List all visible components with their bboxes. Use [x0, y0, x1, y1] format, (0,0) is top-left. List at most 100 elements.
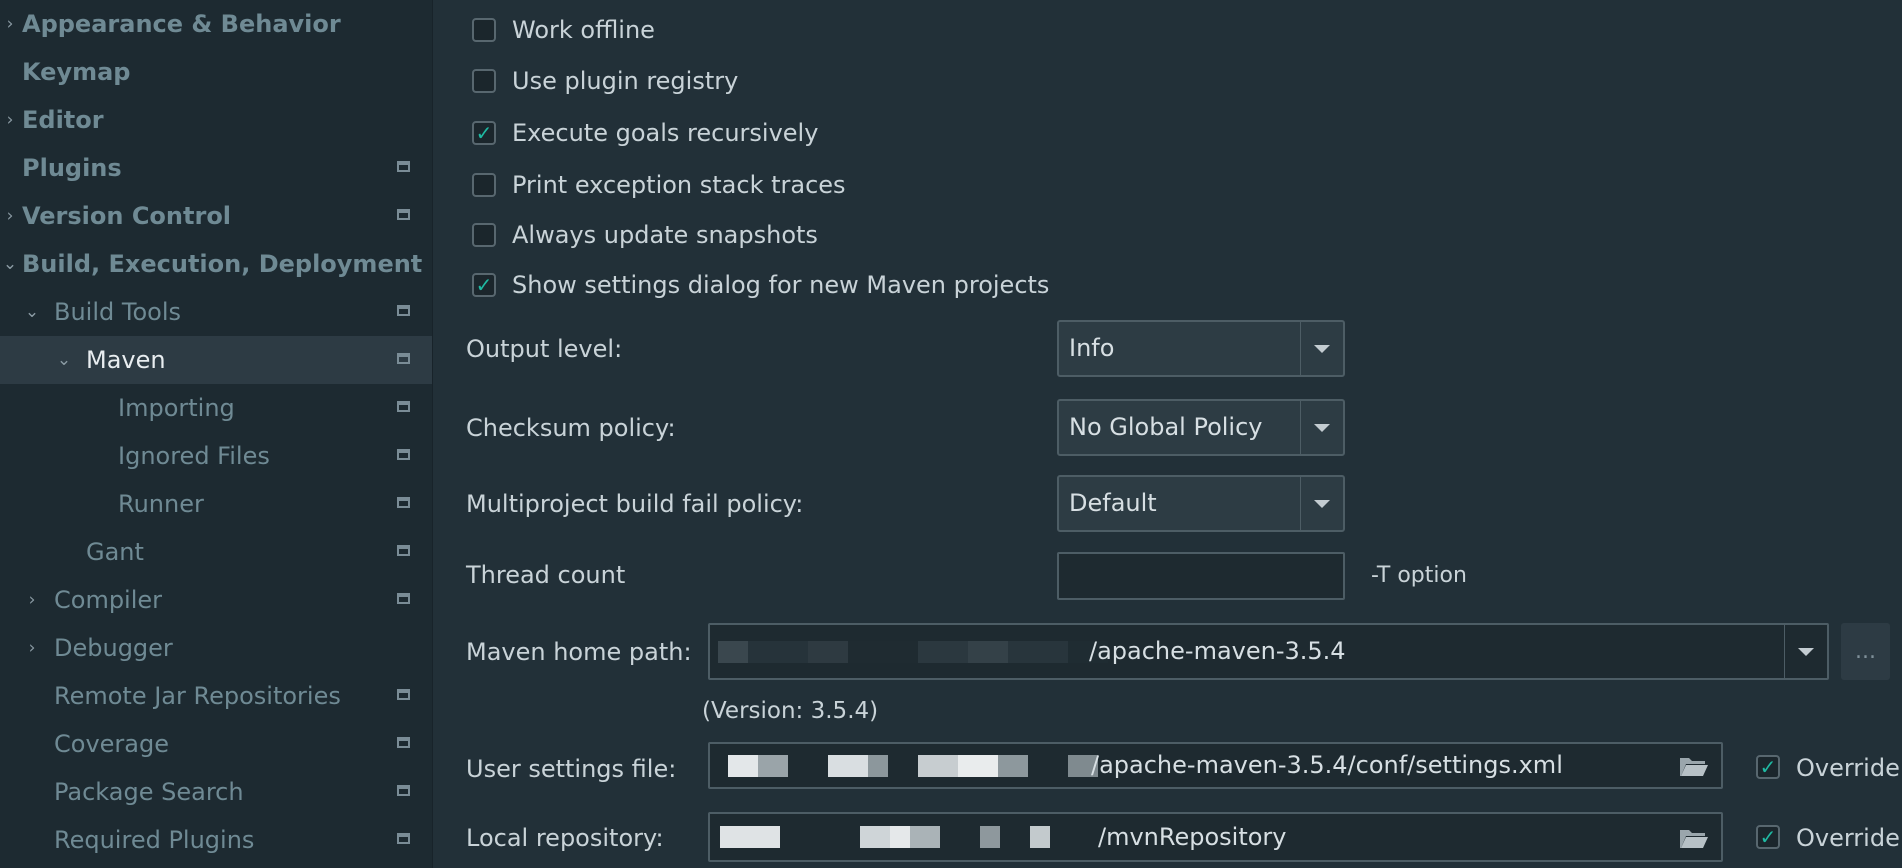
execute-goals-recursively-label: Execute goals recursively [512, 119, 819, 147]
output-level-label: Output level: [466, 335, 623, 363]
sidebar-item-editor[interactable]: › Editor [0, 96, 432, 144]
sidebar-item-build-tools[interactable]: ⌄ Build Tools [0, 288, 432, 336]
work-offline-checkbox[interactable] [472, 18, 496, 42]
output-level-select[interactable]: Info [1057, 320, 1345, 377]
project-level-icon [397, 449, 410, 460]
redacted-path-segment [718, 625, 1108, 678]
chevron-right-icon[interactable]: › [22, 576, 42, 624]
maven-home-input[interactable]: /apache-maven-3.5.4 [708, 623, 1829, 680]
execute-goals-recursively-checkbox[interactable]: ✓ [472, 121, 496, 145]
user-settings-override-checkbox[interactable]: ✓ [1756, 755, 1780, 779]
sidebar-item-label: Compiler [54, 586, 163, 614]
output-level-value: Info [1069, 334, 1115, 362]
checksum-policy-label: Checksum policy: [466, 414, 676, 442]
chevron-right-icon[interactable]: › [0, 192, 20, 240]
always-update-snapshots-label: Always update snapshots [512, 221, 818, 249]
sidebar-item-label: Debugger [54, 634, 173, 662]
thread-count-label: Thread count [466, 561, 626, 589]
sidebar-item-remote-jar-repositories[interactable]: Remote Jar Repositories [0, 672, 432, 720]
project-level-icon [397, 209, 410, 220]
redacted-path-segment [720, 814, 1050, 860]
sidebar-item-ignored-files[interactable]: Ignored Files [0, 432, 432, 480]
sidebar-item-label: Runner [118, 490, 204, 518]
chevron-down-icon[interactable] [1784, 625, 1827, 678]
user-settings-value: /apache-maven-3.5.4/conf/settings.xml [1091, 751, 1563, 779]
folder-icon[interactable] [1679, 755, 1709, 777]
user-settings-input[interactable]: /apache-maven-3.5.4/conf/settings.xml [708, 742, 1723, 789]
local-repository-override-checkbox[interactable]: ✓ [1756, 825, 1780, 849]
sidebar-item-label: Build Tools [54, 298, 181, 326]
project-level-icon [397, 545, 410, 556]
work-offline-label: Work offline [512, 16, 655, 44]
project-level-icon [397, 785, 410, 796]
sidebar-item-label: Plugins [22, 154, 122, 182]
sidebar-item-coverage[interactable]: Coverage [0, 720, 432, 768]
chevron-down-icon[interactable]: ⌄ [22, 288, 42, 336]
local-repository-override-label: Override [1796, 824, 1900, 852]
sidebar-item-label: Ignored Files [118, 442, 270, 470]
checksum-policy-value: No Global Policy [1069, 413, 1263, 441]
use-plugin-registry-label: Use plugin registry [512, 67, 739, 95]
chevron-right-icon[interactable]: › [0, 0, 20, 48]
local-repository-input[interactable]: /mvnRepository [708, 812, 1723, 862]
redacted-path-segment [728, 744, 1098, 787]
sidebar-item-label: Keymap [22, 58, 131, 86]
sidebar-item-label: Editor [22, 106, 104, 134]
multiproject-policy-value: Default [1069, 489, 1157, 517]
project-level-icon [397, 353, 410, 364]
show-settings-dialog-checkbox[interactable]: ✓ [472, 273, 496, 297]
checksum-policy-select[interactable]: No Global Policy [1057, 399, 1345, 456]
use-plugin-registry-checkbox[interactable] [472, 69, 496, 93]
sidebar-item-maven[interactable]: ⌄ Maven [0, 336, 432, 384]
multiproject-policy-label: Multiproject build fail policy: [466, 490, 804, 518]
user-settings-override-label: Override [1796, 754, 1900, 782]
chevron-down-icon[interactable] [1300, 322, 1343, 375]
chevron-right-icon[interactable]: › [22, 624, 42, 672]
sidebar-item-plugins[interactable]: Plugins [0, 144, 432, 192]
chevron-down-icon[interactable] [1300, 477, 1343, 530]
sidebar-item-build-execution-deployment[interactable]: ⌄ Build, Execution, Deployment [0, 240, 432, 288]
project-level-icon [397, 833, 410, 844]
maven-home-label: Maven home path: [466, 638, 692, 666]
project-level-icon [397, 593, 410, 604]
folder-icon[interactable] [1679, 827, 1709, 849]
sidebar-item-debugger[interactable]: › Debugger [0, 624, 432, 672]
always-update-snapshots-checkbox[interactable] [472, 223, 496, 247]
sidebar-item-keymap[interactable]: Keymap [0, 48, 432, 96]
sidebar-item-label: Version Control [22, 202, 232, 230]
browse-button[interactable]: ... [1841, 623, 1890, 680]
maven-version-text: (Version: 3.5.4) [702, 698, 879, 724]
thread-count-input[interactable] [1057, 552, 1345, 600]
sidebar-item-label: Appearance & Behavior [22, 10, 341, 38]
sidebar-item-importing[interactable]: Importing [0, 384, 432, 432]
chevron-down-icon[interactable] [1300, 401, 1343, 454]
show-settings-dialog-label: Show settings dialog for new Maven proje… [512, 271, 1050, 299]
project-level-icon [397, 305, 410, 316]
sidebar-item-required-plugins[interactable]: Required Plugins [0, 816, 432, 864]
project-level-icon [397, 161, 410, 172]
chevron-down-icon[interactable]: ⌄ [54, 336, 74, 384]
project-level-icon [397, 401, 410, 412]
local-repository-value: /mvnRepository [1098, 823, 1287, 851]
project-level-icon [397, 497, 410, 508]
sidebar-item-gant[interactable]: Gant [0, 528, 432, 576]
sidebar-item-label: Remote Jar Repositories [54, 682, 341, 710]
sidebar-item-label: Build, Execution, Deployment [22, 250, 423, 278]
chevron-right-icon[interactable]: › [0, 96, 20, 144]
sidebar-item-version-control[interactable]: › Version Control [0, 192, 432, 240]
sidebar-item-compiler[interactable]: › Compiler [0, 576, 432, 624]
sidebar-item-package-search[interactable]: Package Search [0, 768, 432, 816]
project-level-icon [397, 737, 410, 748]
local-repository-label: Local repository: [466, 824, 664, 852]
thread-count-hint: -T option [1371, 563, 1467, 588]
chevron-down-icon[interactable]: ⌄ [0, 240, 20, 288]
sidebar-item-label: Required Plugins [54, 826, 255, 854]
sidebar-item-runner[interactable]: Runner [0, 480, 432, 528]
sidebar-item-label: Importing [118, 394, 235, 422]
multiproject-policy-select[interactable]: Default [1057, 475, 1345, 532]
settings-sidebar: › Appearance & Behavior Keymap › Editor Plugi… [0, 0, 433, 868]
sidebar-item-appearance-behavior[interactable]: › Appearance & Behavior [0, 0, 432, 48]
maven-home-value: /apache-maven-3.5.4 [1089, 637, 1346, 665]
print-exception-stack-traces-checkbox[interactable] [472, 173, 496, 197]
project-level-icon [397, 689, 410, 700]
